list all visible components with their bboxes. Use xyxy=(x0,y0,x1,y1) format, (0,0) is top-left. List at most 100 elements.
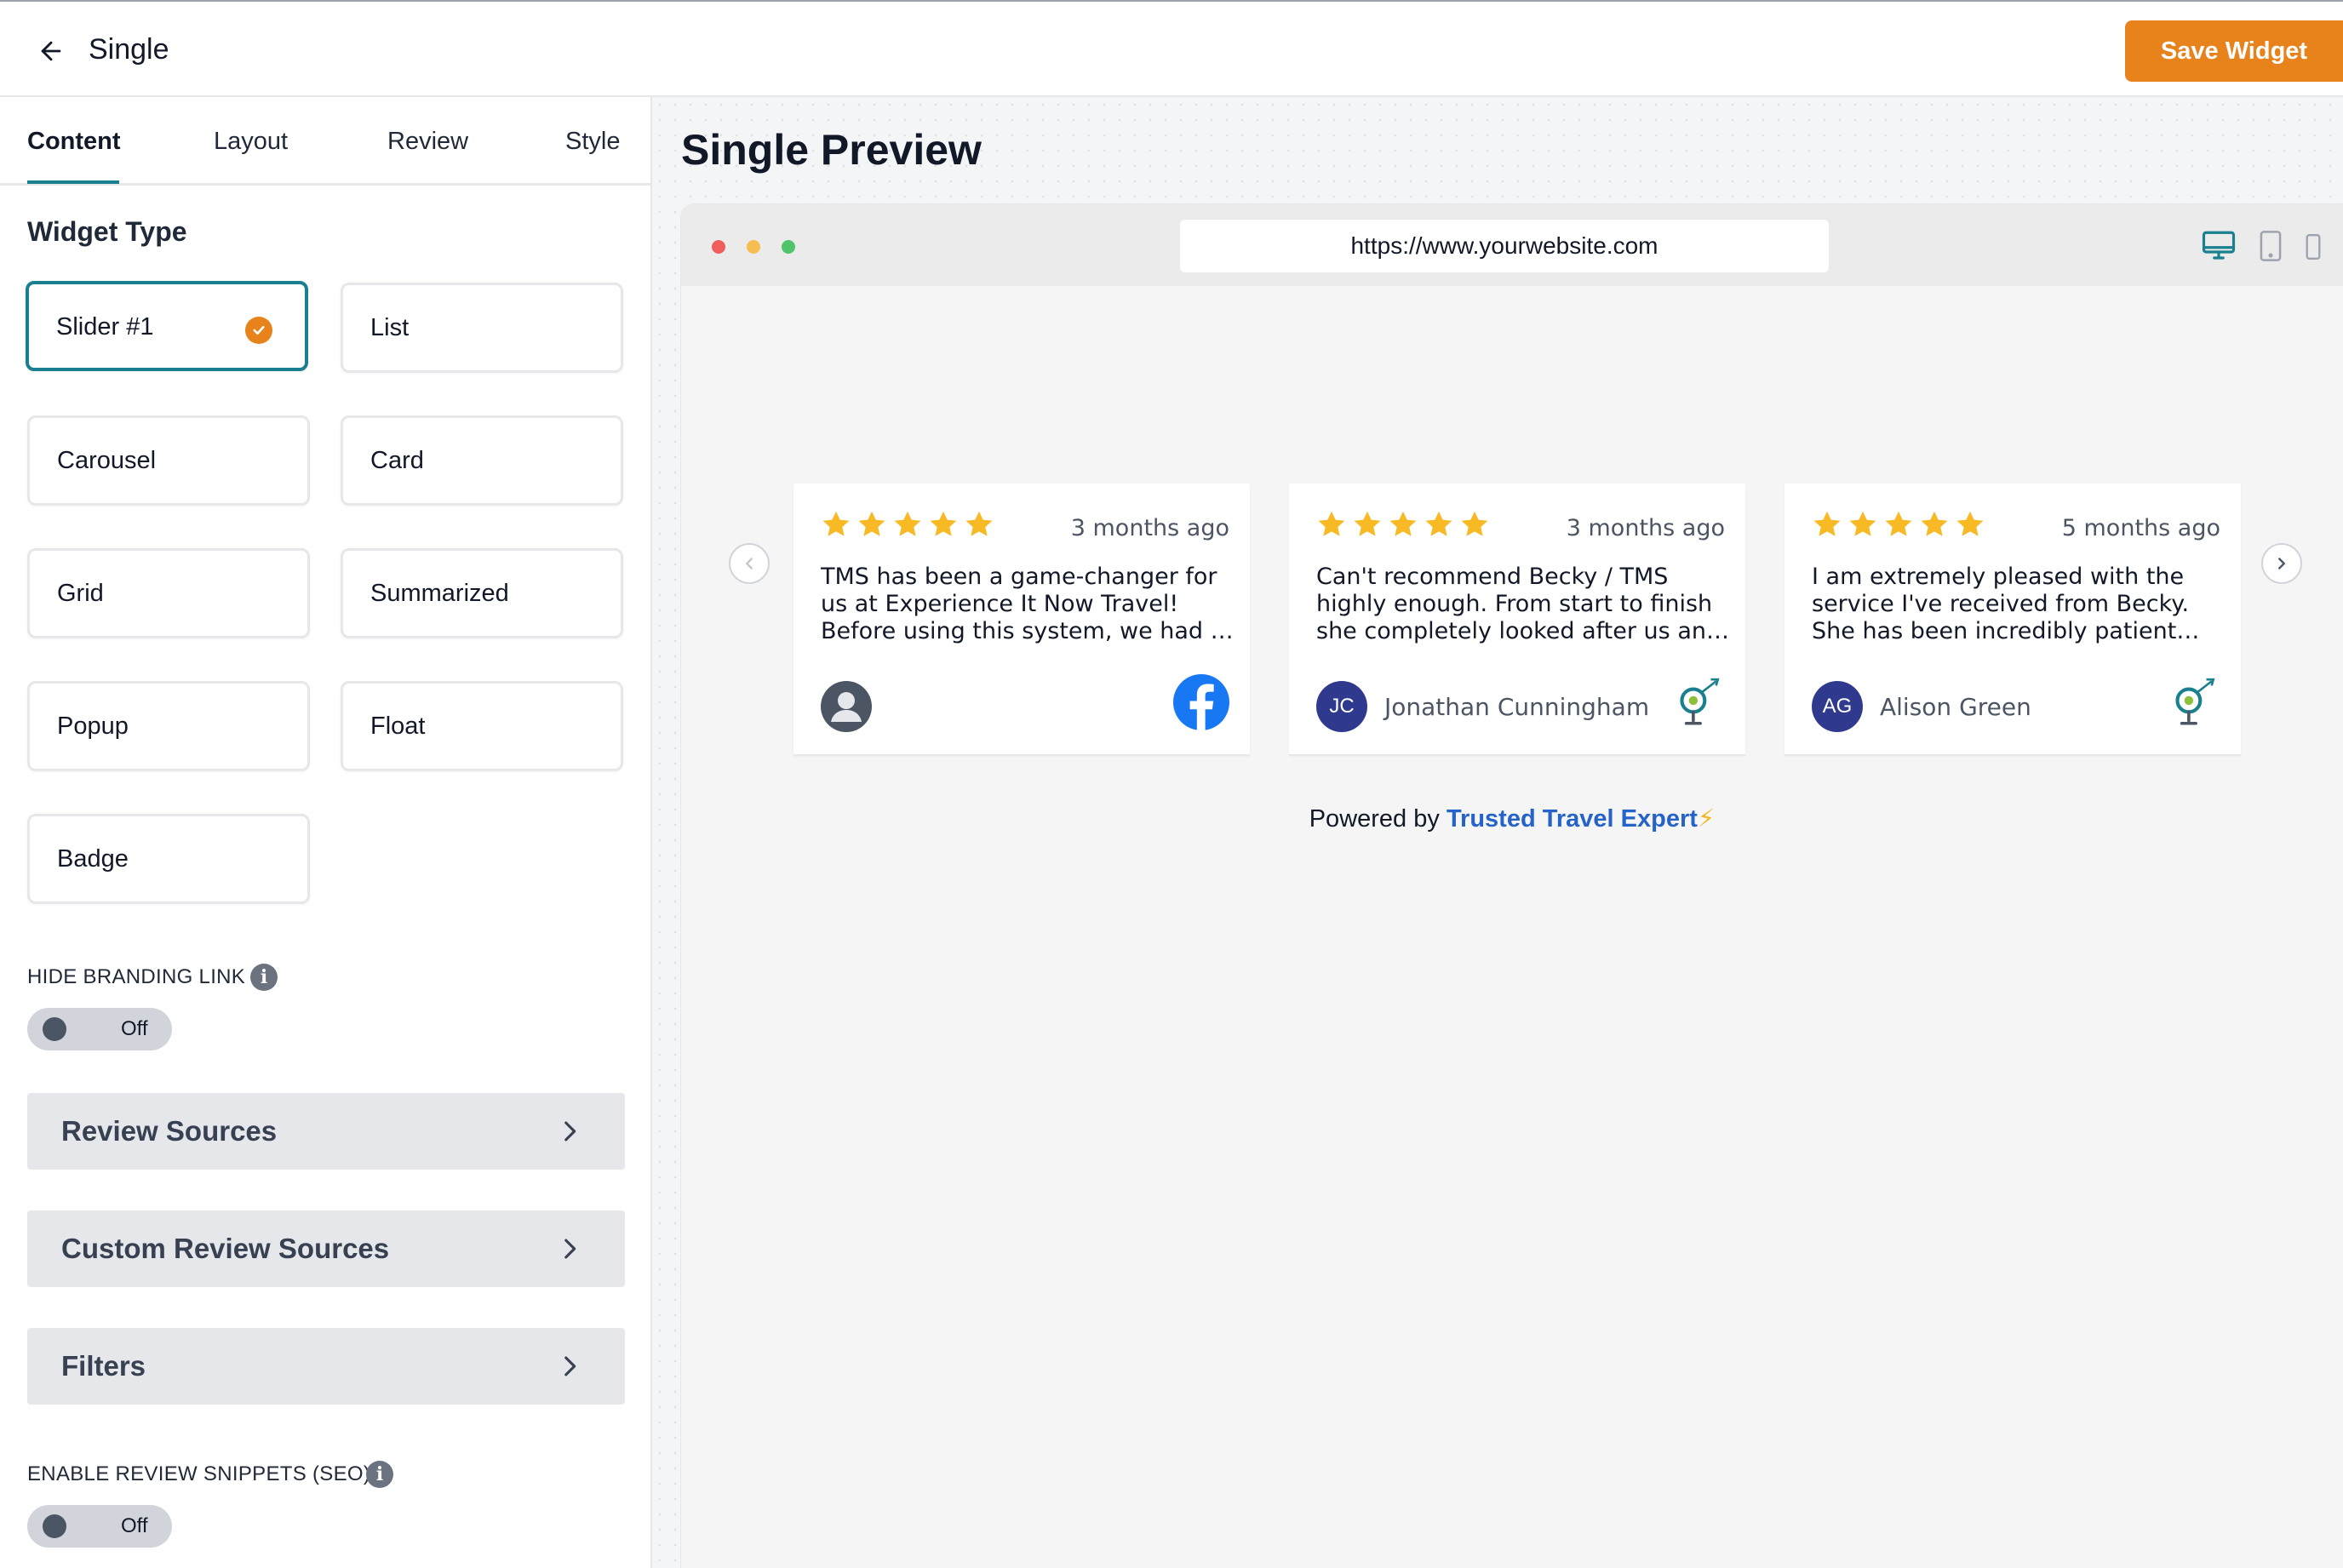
star-icon xyxy=(1956,511,1984,536)
review-card: 3 months ago Can't recommend Becky / TMS… xyxy=(1289,484,1745,756)
toggle-knob xyxy=(43,1017,66,1041)
facebook-icon xyxy=(1173,674,1229,730)
widget-type-float[interactable]: Float xyxy=(341,681,623,771)
star-icon xyxy=(1389,511,1417,536)
window-minimize-dot xyxy=(747,240,760,254)
url-bar: https://www.yourwebsite.com xyxy=(1180,220,1829,272)
trusted-travel-expert-icon xyxy=(2175,678,2215,725)
carousel-prev-button[interactable] xyxy=(729,543,770,584)
toggle-state: Off xyxy=(121,1017,148,1040)
settings-panel: Content Layout Review Style Widget Type … xyxy=(0,97,652,1568)
tab-layout[interactable]: Layout xyxy=(214,124,288,158)
widget-type-label: Carousel xyxy=(57,447,157,474)
widget-type-label: Grid xyxy=(57,580,104,607)
avatar: AG xyxy=(1812,681,1863,732)
widget-type-label: Float xyxy=(370,712,426,740)
browser-toolbar: https://www.yourwebsite.com xyxy=(681,204,2343,286)
widget-type-summarized[interactable]: Summarized xyxy=(341,548,623,638)
widget-type-label: Card xyxy=(370,447,424,474)
settings-tabs: Content Layout Review Style xyxy=(0,97,650,186)
trusted-travel-expert-icon xyxy=(1680,678,1720,725)
review-text: I am extremely pleased with the service … xyxy=(1812,564,2190,644)
widget-type-label: Slider #1 xyxy=(56,313,154,340)
review-snippets-label: ENABLE REVIEW SNIPPETS (SEO) xyxy=(27,1462,371,1485)
widget-type-grid[interactable]: Grid xyxy=(27,548,310,638)
filters-accordion[interactable]: Filters xyxy=(27,1328,625,1405)
check-circle-icon xyxy=(245,317,272,344)
star-icon xyxy=(1318,511,1345,536)
widget-type-slider[interactable]: Slider #1 xyxy=(26,281,308,371)
hide-branding-label: HIDE BRANDING LINK xyxy=(27,965,246,988)
star-icon xyxy=(1813,511,1841,536)
window-maximize-dot xyxy=(782,240,795,254)
star-icon xyxy=(822,511,850,536)
accordion-label: Custom Review Sources xyxy=(61,1233,390,1264)
mobile-icon[interactable] xyxy=(2304,233,2323,260)
desktop-icon[interactable] xyxy=(2200,228,2237,264)
reviewer-name: Alison Green xyxy=(1880,693,2031,721)
star-icon xyxy=(1425,511,1452,536)
top-bar: Single Save Widget xyxy=(0,0,2343,97)
star-rating xyxy=(821,509,994,540)
back-button[interactable] xyxy=(31,31,72,72)
chevron-right-icon xyxy=(564,1239,576,1259)
lightning-icon: ⚡ xyxy=(1697,805,1716,833)
tablet-icon[interactable] xyxy=(2258,230,2283,262)
tab-review[interactable]: Review xyxy=(387,124,468,158)
preview-title: Single Preview xyxy=(681,126,982,174)
avatar: JC xyxy=(1316,681,1367,732)
custom-review-sources-accordion[interactable]: Custom Review Sources xyxy=(27,1210,625,1287)
user-icon xyxy=(831,692,862,722)
info-icon[interactable]: i xyxy=(250,964,278,991)
save-widget-button[interactable]: Save Widget xyxy=(2125,20,2343,82)
chevron-right-icon xyxy=(564,1356,576,1376)
review-text: Can't recommend Becky / TMS highly enoug… xyxy=(1316,564,1721,644)
review-date: 3 months ago xyxy=(1566,515,1725,541)
star-icon xyxy=(1354,511,1381,536)
widget-type-popup[interactable]: Popup xyxy=(27,681,310,771)
powered-by-prefix: Powered by xyxy=(1309,805,1440,833)
star-icon xyxy=(858,511,885,536)
powered-by-brand-link[interactable]: Trusted Travel Expert xyxy=(1446,805,1698,833)
star-rating xyxy=(1812,509,1985,540)
widget-type-heading: Widget Type xyxy=(27,216,187,247)
widget-type-label: Popup xyxy=(57,712,129,740)
page-title: Single xyxy=(89,33,169,66)
review-snippets-toggle[interactable]: Off xyxy=(27,1505,172,1548)
tab-content[interactable]: Content xyxy=(27,124,121,158)
widget-type-list[interactable]: List xyxy=(341,283,623,373)
chevron-right-icon xyxy=(2278,558,2285,569)
chevron-right-icon xyxy=(564,1121,576,1142)
widget-type-label: List xyxy=(370,314,410,341)
widget-type-card[interactable]: Card xyxy=(341,415,623,506)
accordion-label: Review Sources xyxy=(61,1115,278,1147)
carousel-next-button[interactable] xyxy=(2261,543,2302,584)
review-sources-accordion[interactable]: Review Sources xyxy=(27,1093,625,1170)
hide-branding-toggle[interactable]: Off xyxy=(27,1008,172,1050)
widget-type-label: Badge xyxy=(57,845,129,873)
chevron-left-icon xyxy=(746,558,753,569)
tab-style[interactable]: Style xyxy=(565,124,620,158)
star-icon xyxy=(1461,511,1488,536)
widget-type-badge[interactable]: Badge xyxy=(27,814,310,904)
star-icon xyxy=(1849,511,1876,536)
avatar xyxy=(821,681,872,732)
star-icon xyxy=(965,511,993,536)
widget-type-carousel[interactable]: Carousel xyxy=(27,415,310,506)
star-icon xyxy=(894,511,921,536)
review-card: 3 months ago TMS has been a game-changer… xyxy=(793,484,1250,756)
review-text: TMS has been a game-changer for us at Ex… xyxy=(821,564,1234,644)
star-icon xyxy=(1885,511,1912,536)
star-icon xyxy=(930,511,957,536)
toggle-knob xyxy=(43,1514,66,1538)
star-rating xyxy=(1316,509,1490,540)
powered-by-line: Powered by Trusted Travel Expert⚡ xyxy=(681,804,2343,833)
toggle-state: Off xyxy=(121,1514,148,1537)
window-close-dot xyxy=(712,240,725,254)
browser-mockup: https://www.yourwebsite.com 3 months ago… xyxy=(681,204,2343,1568)
info-icon[interactable]: i xyxy=(366,1461,393,1488)
star-icon xyxy=(1921,511,1948,536)
review-date: 3 months ago xyxy=(1070,515,1229,541)
widget-type-label: Summarized xyxy=(370,580,509,607)
review-card: 5 months ago I am extremely pleased with… xyxy=(1784,484,2241,756)
